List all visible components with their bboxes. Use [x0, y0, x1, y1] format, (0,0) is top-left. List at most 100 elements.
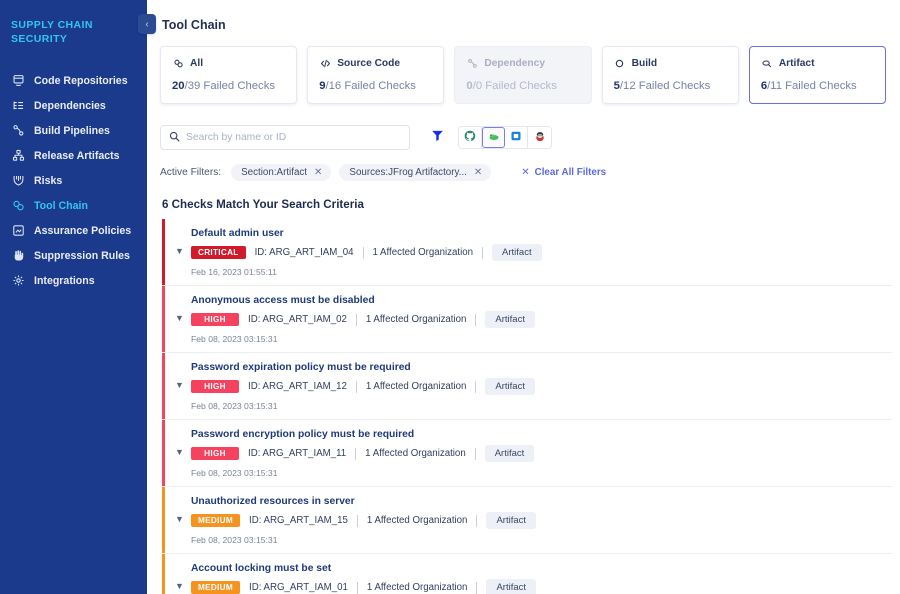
- section-pill: Artifact: [485, 311, 535, 328]
- sidebar-item-label: Assurance Policies: [34, 224, 132, 237]
- check-meta: HIGH ID: ARG_ART_IAM_02 1 Affected Organiz…: [191, 311, 892, 328]
- meta-divider: [476, 581, 478, 594]
- sidebar-item-suppression-rules[interactable]: Suppression Rules: [0, 243, 147, 268]
- check-title: Password encryption policy must be requi…: [191, 429, 415, 440]
- tab-all[interactable]: All 20/39 Failed Checks: [160, 46, 298, 104]
- expand-chevron-icon[interactable]: ▼: [175, 381, 184, 390]
- sidebar-item-label: Suppression Rules: [34, 249, 130, 262]
- sidebar-item-build-pipelines[interactable]: Build Pipelines: [0, 118, 147, 143]
- check-row[interactable]: ▼ Account locking must be set MEDIUM ID: AR…: [162, 554, 892, 594]
- sidebar-nav-list: Code Repositories Dependencies Build Pipel…: [0, 68, 147, 293]
- release-artifacts-icon: [11, 149, 25, 163]
- github-source-button[interactable]: [459, 127, 482, 148]
- jfrog-icon: [488, 129, 500, 147]
- page-title: Tool Chain: [162, 18, 226, 32]
- close-icon[interactable]: ✕: [474, 167, 482, 178]
- sidebar-item-risks[interactable]: Risks: [0, 168, 147, 193]
- tab-source-code[interactable]: Source Code 9/16 Failed Checks: [307, 46, 445, 104]
- search-box[interactable]: [160, 125, 410, 150]
- close-icon[interactable]: ✕: [314, 167, 322, 178]
- sidebar-item-dependencies[interactable]: Dependencies: [0, 93, 147, 118]
- affected-organizations: 1 Affected Organization: [365, 314, 467, 325]
- check-row[interactable]: ▼ Password expiration policy must be requ…: [162, 353, 892, 420]
- all-icon: [172, 57, 184, 69]
- check-meta: MEDIUM ID: ARG_ART_IAM_01 1 Affected Organ…: [191, 579, 892, 594]
- build-pipelines-icon: [11, 124, 25, 138]
- tab-build[interactable]: Build 5/12 Failed Checks: [601, 46, 739, 104]
- expand-chevron-icon[interactable]: ▼: [175, 314, 184, 323]
- tab-label: All: [190, 57, 204, 69]
- severity-badge: HIGH: [191, 313, 239, 326]
- assurance-policies-icon: [11, 224, 25, 238]
- results-count-title: 6 Checks Match Your Search Criteria: [162, 198, 364, 211]
- search-input[interactable]: [186, 132, 401, 143]
- check-row[interactable]: ▼ Anonymous access must be disabled HIGH ID…: [162, 286, 892, 353]
- filter-chip-section[interactable]: Section:Artifact ✕: [231, 164, 332, 181]
- checks-list: ▼ Default admin user CRITICAL ID: ARG_ART_I…: [160, 219, 892, 594]
- check-row[interactable]: ▼ Default admin user CRITICAL ID: ARG_ART_I…: [162, 219, 892, 286]
- tab-header: Source Code: [319, 57, 432, 69]
- source-code-icon: [319, 57, 331, 69]
- tab-artifact[interactable]: Artifact 6/11 Failed Checks: [748, 46, 887, 104]
- github-icon: [464, 129, 476, 147]
- tab-failed-checks: 5/12 Failed Checks: [614, 80, 727, 92]
- search-toolbar: [160, 125, 892, 150]
- sidebar-item-integrations[interactable]: Integrations: [0, 268, 147, 293]
- severity-badge: MEDIUM: [191, 581, 241, 594]
- check-id: ID: ARG_ART_IAM_12: [248, 381, 347, 392]
- check-timestamp: Feb 08, 2023 03:15:31: [191, 334, 278, 344]
- check-meta: HIGH ID: ARG_ART_IAM_12 1 Affected Organiz…: [191, 378, 892, 395]
- tool-chain-icon: [11, 199, 25, 213]
- sidebar-item-release-artifacts[interactable]: Release Artifacts: [0, 143, 147, 168]
- suppression-rules-icon: [11, 249, 25, 263]
- jenkins-source-button[interactable]: [528, 127, 551, 148]
- active-filters-bar: Active Filters: Section:Artifact ✕ Sourc…: [160, 164, 892, 181]
- meta-divider: [475, 380, 477, 393]
- tab-total-label: /11 Failed Checks: [767, 80, 857, 92]
- sidebar-item-label: Code Repositories: [34, 74, 128, 87]
- sidebar-item-label: Release Artifacts: [34, 149, 120, 162]
- sidebar: SUPPLY CHAIN SECURITY Code Repositories D…: [0, 0, 156, 594]
- affected-organizations: 1 Affected Organization: [372, 247, 474, 258]
- check-meta: CRITICAL ID: ARG_ART_IAM_04 1 Affected Org…: [191, 244, 892, 261]
- check-title: Anonymous access must be disabled: [191, 295, 375, 306]
- check-row[interactable]: ▼ Password encryption policy must be requ…: [162, 420, 892, 487]
- dependency-icon: [466, 57, 478, 69]
- filter-button[interactable]: [426, 127, 448, 149]
- check-row[interactable]: ▼ Unauthorized resources in server MEDIUM I…: [162, 487, 892, 554]
- filter-chip-label: Section:Artifact: [241, 167, 308, 178]
- expand-chevron-icon[interactable]: ▼: [175, 515, 184, 524]
- meta-divider: [482, 246, 484, 259]
- tab-failed-count: 20: [172, 80, 185, 92]
- sidebar-item-code-repositories[interactable]: Code Repositories: [0, 68, 147, 93]
- expand-chevron-icon[interactable]: ▼: [175, 448, 184, 457]
- severity-badge: HIGH: [191, 380, 239, 393]
- tab-label: Dependency: [484, 57, 545, 69]
- affected-organizations: 1 Affected Organization: [365, 381, 467, 392]
- tab-total-label: /0 Failed Checks: [472, 80, 557, 92]
- sidebar-collapse-button[interactable]: ‹: [138, 14, 156, 34]
- section-pill: Artifact: [484, 445, 535, 462]
- sidebar-item-label: Dependencies: [34, 99, 106, 112]
- docker-source-button[interactable]: [505, 127, 528, 148]
- close-icon: ✕: [521, 167, 530, 178]
- build-icon: [614, 57, 626, 69]
- jfrog-source-button[interactable]: [482, 127, 505, 148]
- check-title: Default admin user: [191, 228, 284, 239]
- tab-label: Build: [631, 57, 658, 69]
- check-id: ID: ARG_ART_IAM_04: [254, 247, 354, 258]
- tab-header: Artifact: [761, 57, 874, 69]
- filter-chip-sources[interactable]: Sources:JFrog Artifactory... ✕: [339, 164, 492, 181]
- check-title: Unauthorized resources in server: [191, 496, 355, 507]
- expand-chevron-icon[interactable]: ▼: [175, 582, 184, 591]
- chevron-left-icon: ‹: [145, 18, 149, 30]
- check-title: Password expiration policy must be requi…: [191, 362, 411, 373]
- clear-all-filters-button[interactable]: ✕ Clear All Filters: [521, 167, 606, 178]
- tab-header: Build: [614, 57, 727, 69]
- sidebar-item-tool-chain[interactable]: Tool Chain: [0, 193, 147, 218]
- sidebar-item-assurance-policies[interactable]: Assurance Policies: [0, 218, 147, 243]
- meta-divider: [474, 447, 476, 460]
- docker-icon: [510, 129, 522, 147]
- expand-chevron-icon[interactable]: ▼: [175, 247, 184, 256]
- filter-chip-label: Sources:JFrog Artifactory...: [349, 167, 467, 178]
